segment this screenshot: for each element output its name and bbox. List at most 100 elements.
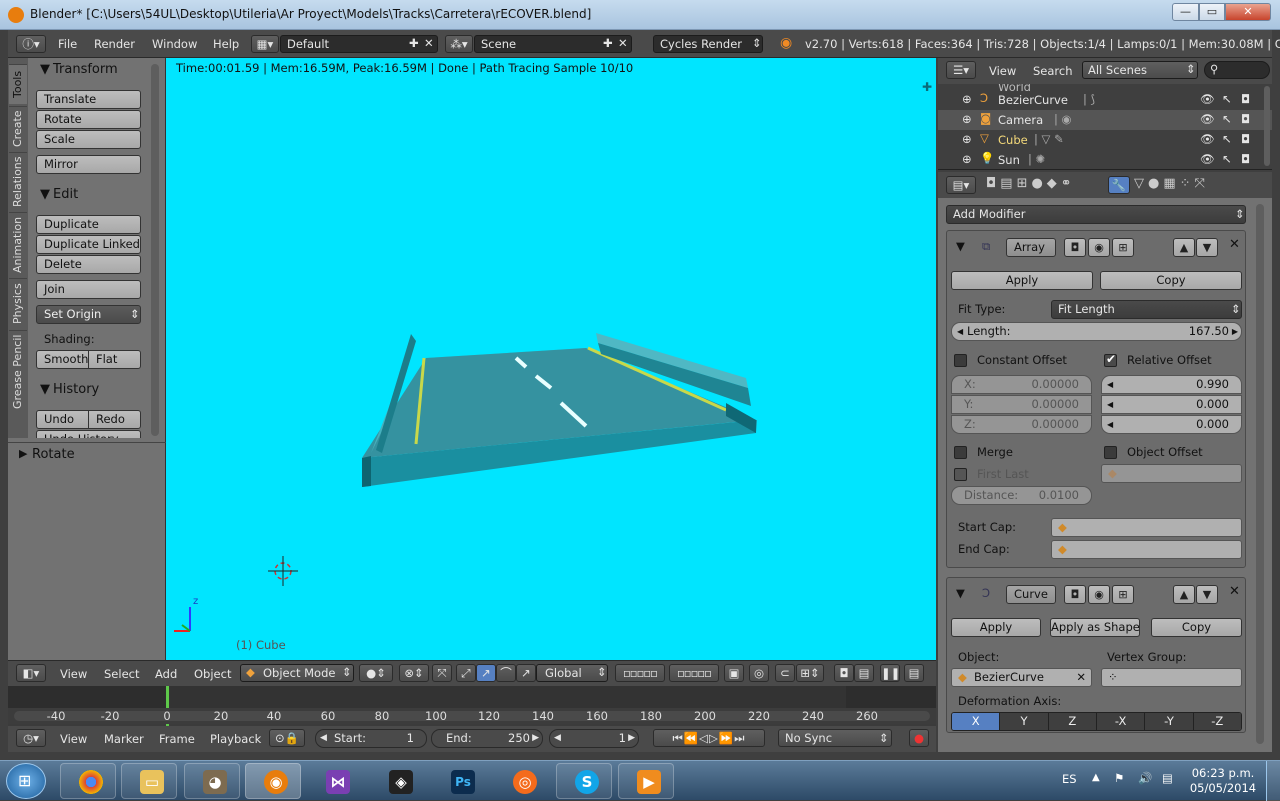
- layout-field[interactable]: Default ✚ ✕: [280, 35, 438, 53]
- render-camera-icon[interactable]: ◘: [1241, 152, 1250, 166]
- relative-y-field[interactable]: ◀ 0.000: [1101, 395, 1242, 414]
- undo-history-button[interactable]: Undo History: [36, 430, 141, 438]
- decrement-arrow-icon[interactable]: ◀: [1107, 376, 1113, 393]
- render-camera-icon[interactable]: ◘: [1241, 132, 1250, 146]
- mirror-button[interactable]: Mirror: [36, 155, 141, 174]
- close-button[interactable]: ✕: [1225, 3, 1271, 21]
- timeline-frame-menu[interactable]: Frame: [159, 732, 195, 746]
- transform-panel-toggle[interactable]: ▼: [40, 62, 50, 77]
- cursor-select-icon[interactable]: ↖: [1222, 152, 1232, 166]
- move-up-button[interactable]: ▲: [1173, 585, 1195, 604]
- add-menu[interactable]: Add: [155, 667, 177, 681]
- collapse-toggle-icon[interactable]: ▼: [956, 239, 965, 253]
- clock[interactable]: 06:23 p.m. 05/05/2014: [1188, 766, 1258, 796]
- set-origin-dropdown[interactable]: Set Origin ⇕: [36, 305, 141, 324]
- tab-relations[interactable]: Relations: [9, 152, 27, 210]
- delete-button[interactable]: Delete: [36, 255, 141, 274]
- remove-layout-icon[interactable]: ✕: [424, 36, 434, 50]
- curve-copy-button[interactable]: Copy: [1151, 618, 1242, 637]
- editor-type-button[interactable]: ⓘ▾: [16, 35, 46, 53]
- remove-scene-icon[interactable]: ✕: [618, 36, 628, 50]
- timeline-editor-type[interactable]: ◷▾: [16, 729, 46, 747]
- keying-buttons[interactable]: ⊙🔒: [269, 729, 305, 747]
- photoshop-taskbar-button[interactable]: Ps: [432, 763, 488, 799]
- axis-neg-x-button[interactable]: -X: [1095, 713, 1145, 730]
- cursor-select-icon[interactable]: ↖: [1222, 92, 1232, 106]
- decrement-arrow-icon[interactable]: ◀: [320, 730, 327, 747]
- add-layout-icon[interactable]: ✚: [409, 36, 419, 50]
- skype-taskbar-button[interactable]: S: [556, 763, 612, 799]
- shade-flat-button[interactable]: Flat: [88, 350, 141, 369]
- outliner-row-cube[interactable]: ⊕ ▽ Cube | ▽ ✎ 👁 ↖ ◘: [938, 130, 1272, 150]
- const-z-field[interactable]: Z: 0.00000: [951, 415, 1092, 434]
- screen-layout-icon[interactable]: ▦▾: [251, 35, 279, 53]
- join-button[interactable]: Join: [36, 280, 141, 299]
- media-player-taskbar-button[interactable]: ▶: [618, 763, 674, 799]
- timeline-marker-menu[interactable]: Marker: [104, 732, 144, 746]
- translate-button[interactable]: Translate: [36, 90, 141, 109]
- tab-tools[interactable]: Tools: [9, 64, 27, 104]
- array-copy-button[interactable]: Copy: [1100, 271, 1242, 290]
- manipulator-toggle[interactable]: ⤧: [432, 664, 452, 682]
- relative-z-field[interactable]: ◀ 0.000: [1101, 415, 1242, 434]
- tab-grease-pencil[interactable]: Grease Pencil: [9, 330, 27, 412]
- history-panel-title[interactable]: History: [53, 382, 99, 397]
- axis-neg-y-button[interactable]: -Y: [1144, 713, 1193, 730]
- expand-plus-icon[interactable]: ⊕: [962, 112, 972, 126]
- network-icon[interactable]: ▤: [1162, 771, 1173, 785]
- snap-toggle[interactable]: ⊂: [775, 664, 795, 682]
- origin-taskbar-button[interactable]: ◎: [494, 763, 550, 799]
- outliner-scrollbar[interactable]: [1264, 86, 1270, 166]
- pivot-button[interactable]: ⊗⇕: [399, 664, 429, 682]
- tab-animation[interactable]: Animation: [9, 212, 27, 276]
- context-tab-icons[interactable]: ◘▤⊞●◆⚭: [986, 176, 1076, 191]
- orientation-select[interactable]: Global ⇕: [536, 664, 608, 682]
- timeline-ruler[interactable]: -40 -20 0 20 40 60 80 100 120 140 160 18…: [8, 708, 936, 724]
- modifiers-tab[interactable]: 🔧: [1108, 176, 1130, 194]
- timeline-area[interactable]: -40 -20 0 20 40 60 80 100 120 140 160 18…: [8, 686, 936, 726]
- 3d-cursor[interactable]: [268, 556, 298, 586]
- render-still-button[interactable]: ◘: [834, 664, 854, 682]
- shade-smooth-button[interactable]: Smooth: [36, 350, 89, 369]
- editmode-toggle[interactable]: ⊞: [1112, 585, 1134, 604]
- relative-offset-checkbox[interactable]: [1104, 352, 1117, 367]
- array-modifier-name[interactable]: Array: [1006, 238, 1056, 257]
- outliner-row-beziercurve[interactable]: ⊕ Ͻ BezierCurve | ⟆ 👁 ↖ ◘: [938, 90, 1272, 110]
- editmode-toggle[interactable]: ⊞: [1112, 238, 1134, 257]
- maximize-button[interactable]: ▭: [1199, 3, 1225, 21]
- eye-icon[interactable]: 👁: [1200, 92, 1215, 106]
- decrement-arrow-icon[interactable]: ◀: [957, 323, 963, 340]
- fit-type-select[interactable]: Fit Length ⇕: [1051, 300, 1242, 319]
- add-scene-icon[interactable]: ✚: [603, 36, 613, 50]
- transform-panel-title[interactable]: Transform: [53, 62, 118, 77]
- chrome-taskbar-button[interactable]: [60, 763, 116, 799]
- blender-taskbar-button[interactable]: ◉: [245, 763, 301, 799]
- history-panel-toggle[interactable]: ▼: [40, 382, 50, 397]
- outliner-row-camera[interactable]: ⊕ ◙ Camera | ◉ 👁 ↖ ◘: [938, 110, 1272, 130]
- tray-expand-icon[interactable]: ▲: [1092, 772, 1100, 783]
- extra-header-button[interactable]: ▤: [904, 664, 924, 682]
- proportional-edit-button[interactable]: ◎: [749, 664, 769, 682]
- edit-panel-toggle[interactable]: ▼: [40, 187, 50, 202]
- layers-grid-b[interactable]: ▫▫▫▫▫: [669, 664, 719, 682]
- timeline-view-menu[interactable]: View: [60, 732, 87, 746]
- properties-editor-type[interactable]: ▤▾: [946, 176, 976, 194]
- render-camera-icon[interactable]: ◘: [1241, 112, 1250, 126]
- merge-distance-field[interactable]: Distance: 0.0100: [951, 486, 1092, 505]
- increment-arrow-icon[interactable]: ▶: [532, 730, 539, 747]
- mode-select[interactable]: ◆ Object Mode ⇕: [240, 664, 354, 682]
- const-x-field[interactable]: X: 0.00000: [951, 375, 1092, 394]
- remove-modifier-icon[interactable]: ✕: [1229, 584, 1240, 599]
- curve-modifier-name[interactable]: Curve: [1006, 585, 1056, 604]
- start-cap-field[interactable]: ◆: [1051, 518, 1242, 537]
- outliner-scope-select[interactable]: All Scenes ⇕: [1082, 61, 1198, 79]
- properties-scrollbar[interactable]: [1256, 204, 1264, 744]
- timeline-strip[interactable]: [8, 686, 936, 726]
- outliner-search-field[interactable]: ⚲: [1204, 61, 1270, 79]
- outliner-search-menu[interactable]: Search: [1033, 64, 1073, 78]
- menu-render[interactable]: Render: [94, 37, 135, 51]
- 3d-viewport[interactable]: Time:00:01.59 | Mem:16.59M, Peak:16.59M …: [166, 58, 936, 660]
- duplicate-linked-button[interactable]: Duplicate Linked: [36, 235, 141, 254]
- render-toggle[interactable]: ◘: [1064, 585, 1086, 604]
- eye-icon[interactable]: 👁: [1200, 152, 1215, 166]
